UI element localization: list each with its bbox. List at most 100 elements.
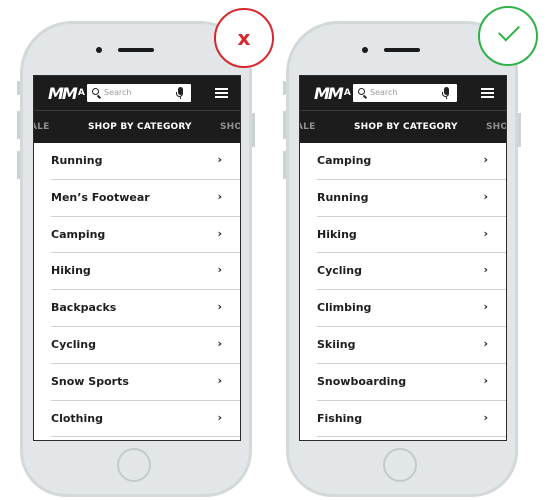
chevron-right-icon: ›	[217, 300, 222, 314]
chevron-right-icon: ›	[217, 410, 222, 424]
list-item-label: Climbing	[317, 301, 372, 315]
hamburger-menu-icon[interactable]	[215, 88, 228, 98]
chevron-right-icon: ›	[217, 153, 222, 166]
list-item[interactable]: Camping ›	[300, 143, 506, 180]
divider	[317, 436, 506, 438]
chevron-right-icon: ›	[483, 336, 488, 350]
search-input[interactable]: Search	[353, 84, 457, 102]
list-item[interactable]: Cycling ›	[34, 327, 240, 364]
logo-mark: MM	[48, 84, 78, 103]
list-item-label: Snow Sports	[51, 374, 129, 388]
list-item[interactable]: Fishing ›	[300, 401, 506, 438]
speaker-icon	[118, 48, 154, 52]
side-button	[17, 81, 20, 95]
chevron-right-icon: ›	[483, 410, 488, 424]
list-item-label: Clothing	[51, 411, 103, 425]
nav-tab-shop-by-category[interactable]: SHOP BY CATEGORY	[354, 120, 458, 134]
list-item-label: Camping	[317, 154, 372, 167]
list-item-label: Camping	[51, 227, 106, 241]
speaker-icon	[384, 48, 420, 52]
list-item[interactable]: Cycling ›	[300, 253, 506, 291]
category-nav: ALE SHOP BY CATEGORY SHO	[300, 111, 506, 143]
list-item[interactable]: Camping ›	[34, 217, 240, 254]
list-item-label: Running	[51, 154, 103, 167]
phone-screen: MMMA Search ALE SHOP BY CATEGORY SHO Cam…	[299, 75, 507, 441]
home-button[interactable]	[117, 448, 151, 482]
home-button[interactable]	[383, 448, 417, 482]
category-list: Camping › Running › Hiking › Cycling › Climb…	[300, 143, 506, 438]
nav-tab-prev[interactable]: ALE	[34, 120, 49, 134]
list-item-label: Cycling	[51, 337, 97, 351]
logo-mark: MM	[314, 84, 344, 103]
correct-badge	[478, 6, 538, 66]
list-item-label: Fishing	[317, 411, 363, 425]
nav-tab-shop-by-category[interactable]: SHOP BY CATEGORY	[88, 120, 192, 134]
site-header: MMMA Search	[300, 76, 506, 111]
side-button	[17, 111, 20, 139]
chevron-right-icon: ›	[483, 300, 488, 314]
checkmark-icon	[498, 19, 520, 42]
x-icon: x	[237, 26, 251, 50]
list-item[interactable]: Running ›	[300, 180, 506, 217]
list-item[interactable]: Running ›	[34, 143, 240, 180]
list-item[interactable]: Men’s Footwear ›	[34, 180, 240, 217]
phone-good-example: MMMA Search ALE SHOP BY CATEGORY SHO Cam…	[283, 21, 521, 497]
list-item[interactable]: Clothing ›	[34, 401, 240, 438]
chevron-right-icon: ›	[483, 226, 488, 240]
logo-suffix: A	[343, 88, 351, 98]
list-item-label: Hiking	[51, 264, 91, 278]
phone-bad-example: MMMA Search ALE SHOP BY CATEGORY SHO Run…	[17, 21, 255, 497]
chevron-right-icon: ›	[217, 373, 222, 387]
list-item[interactable]: Hiking ›	[34, 253, 240, 291]
list-item[interactable]: Snow Sports ›	[34, 364, 240, 401]
nav-tab-next[interactable]: SHO	[486, 120, 506, 134]
chevron-right-icon: ›	[483, 153, 488, 166]
list-item-label: Running	[317, 190, 369, 204]
chevron-right-icon: ›	[217, 336, 222, 350]
list-item-label: Backpacks	[51, 301, 117, 315]
chevron-right-icon: ›	[217, 263, 222, 277]
chevron-right-icon: ›	[483, 263, 488, 277]
chevron-right-icon: ›	[483, 373, 488, 387]
search-icon	[92, 88, 99, 95]
incorrect-badge: x	[214, 8, 274, 68]
category-list: Running › Men’s Footwear › Camping › Hiking…	[34, 143, 240, 438]
list-item[interactable]: Snowboarding ›	[300, 364, 506, 401]
camera-icon	[96, 47, 102, 53]
list-item[interactable]: Skiing ›	[300, 327, 506, 364]
list-item-label: Skiing	[317, 337, 356, 351]
list-item-label: Hiking	[317, 227, 357, 241]
side-button	[283, 151, 286, 179]
divider	[51, 436, 240, 438]
side-button	[283, 81, 286, 95]
chevron-right-icon: ›	[217, 189, 222, 203]
list-item[interactable]: Backpacks ›	[34, 290, 240, 327]
side-button	[283, 111, 286, 139]
list-item[interactable]: Hiking ›	[300, 217, 506, 254]
phone-screen: MMMA Search ALE SHOP BY CATEGORY SHO Run…	[33, 75, 241, 441]
search-icon	[358, 88, 365, 95]
nav-tab-next[interactable]: SHO	[220, 120, 240, 134]
microphone-icon[interactable]	[442, 87, 449, 99]
category-nav: ALE SHOP BY CATEGORY SHO	[34, 111, 240, 143]
camera-icon	[362, 47, 368, 53]
search-placeholder: Search	[104, 88, 132, 97]
chevron-right-icon: ›	[483, 189, 488, 203]
list-item-label: Cycling	[317, 264, 363, 278]
hamburger-menu-icon[interactable]	[481, 88, 494, 98]
list-item-label: Snowboarding	[317, 374, 407, 388]
list-item-label: Men’s Footwear	[51, 190, 150, 204]
chevron-right-icon: ›	[217, 226, 222, 240]
side-button	[518, 113, 521, 147]
side-button	[252, 113, 255, 147]
logo[interactable]: MMMA	[314, 85, 351, 102]
logo[interactable]: MMMA	[48, 85, 85, 102]
nav-tab-prev[interactable]: ALE	[300, 120, 315, 134]
search-placeholder: Search	[370, 88, 398, 97]
site-header: MMMA Search	[34, 76, 240, 111]
logo-suffix: A	[77, 88, 85, 98]
microphone-icon[interactable]	[176, 87, 183, 99]
search-input[interactable]: Search	[87, 84, 191, 102]
list-item[interactable]: Climbing ›	[300, 290, 506, 327]
side-button	[17, 151, 20, 179]
